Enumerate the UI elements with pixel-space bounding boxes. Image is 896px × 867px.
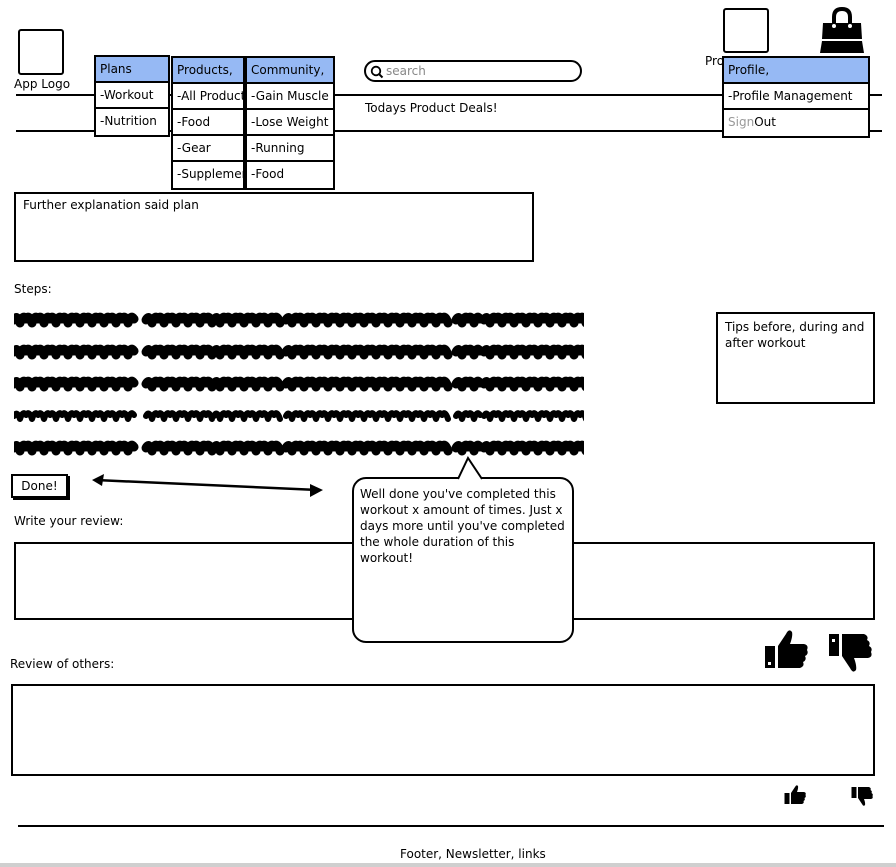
products-menu[interactable]: Products, -All Products -Food -Gear -Sup… (171, 56, 245, 190)
scribble-word (281, 344, 453, 360)
menu-head-community[interactable]: Community, (247, 58, 333, 84)
scribble-word (481, 410, 584, 422)
tips-box: Tips before, during and after workout (716, 312, 875, 404)
thumbs-up-icon[interactable] (764, 628, 810, 672)
thumbs-down-icon[interactable] (828, 632, 874, 676)
menu-item-workout[interactable]: -Workout (96, 83, 168, 109)
scribble-word (479, 344, 584, 360)
small-thumbs-down-icon[interactable] (851, 786, 874, 808)
scribble-word (479, 440, 584, 456)
scribble-word (451, 376, 485, 392)
others-review-box (11, 684, 875, 776)
scribble-word (281, 440, 453, 456)
scribble-word (141, 440, 217, 456)
menu-item-food[interactable]: -Food (173, 110, 243, 136)
scribble-word (14, 312, 139, 328)
done-button-label: Done! (21, 479, 58, 493)
small-thumbs-up-icon[interactable] (784, 784, 807, 806)
scribble-word (451, 344, 485, 360)
completion-message-text: Well done you've completed this workout … (360, 487, 565, 565)
search-icon (370, 65, 384, 79)
app-logo-image (18, 29, 64, 75)
menu-item-gear[interactable]: -Gear (173, 136, 243, 162)
menu-item-gain-muscle[interactable]: -Gain Muscle (247, 84, 333, 110)
scribble-word (209, 344, 285, 360)
others-review-label: Review of others: (10, 657, 115, 671)
completion-message-bubble: Well done you've completed this workout … (352, 477, 574, 643)
scribble-word (141, 344, 217, 360)
profile-menu[interactable]: Profile, -Profile Management SignOut (722, 56, 870, 138)
sign-out-suffix: Out (754, 115, 776, 129)
scribble-word (211, 410, 283, 422)
scribble-word (281, 312, 453, 328)
app-logo-label: App Logo (14, 77, 71, 91)
menu-item-supplements[interactable]: -Supplements (173, 162, 243, 188)
footer-line (18, 825, 884, 827)
scribble-word (453, 410, 483, 422)
profile-image[interactable] (723, 8, 769, 53)
menu-head-profile[interactable]: Profile, (724, 58, 868, 84)
scribble-word (209, 376, 285, 392)
scribble-word (209, 440, 285, 456)
scribble-word (451, 440, 485, 456)
scribble-word (283, 410, 451, 422)
scribble-word (479, 312, 584, 328)
write-review-label: Write your review: (14, 514, 124, 528)
scribble-word (209, 312, 285, 328)
scribble-word (14, 440, 139, 456)
footer-text[interactable]: Footer, Newsletter, links (400, 847, 546, 862)
scribble-word (451, 312, 485, 328)
steps-label: Steps: (14, 282, 52, 296)
menu-item-lose-weight[interactable]: -Lose Weight (247, 110, 333, 136)
plan-description-box: Further explanation said plan (14, 192, 534, 262)
menu-head-products[interactable]: Products, (173, 58, 243, 84)
scribble-word (141, 376, 217, 392)
menu-head-plans[interactable]: Plans (96, 57, 168, 83)
scribble-word (281, 376, 453, 392)
plans-menu[interactable]: Plans -Workout -Nutrition (94, 55, 170, 137)
search-bar[interactable] (364, 60, 582, 82)
steps-scribble-text (14, 312, 584, 456)
community-menu[interactable]: Community, -Gain Muscle -Lose Weight -Ru… (245, 56, 335, 190)
product-deals-link[interactable]: Todays Product Deals! (365, 101, 498, 116)
menu-item-all-products[interactable]: -All Products (173, 84, 243, 110)
scribble-word (14, 410, 137, 422)
sign-out-prefix: Sign (728, 115, 755, 129)
footer-bottom-bar (0, 863, 896, 867)
menu-item-community-food[interactable]: -Food (247, 162, 333, 188)
menu-item-sign-out[interactable]: SignOut (724, 110, 868, 136)
scribble-word (141, 312, 217, 328)
scribble-word (14, 344, 139, 360)
scribble-word (479, 376, 584, 392)
menu-item-running[interactable]: -Running (247, 136, 333, 162)
menu-item-profile-management[interactable]: -Profile Management (724, 84, 868, 110)
tips-text: Tips before, during and after workout (725, 320, 865, 350)
scribble-word (143, 410, 215, 422)
search-input[interactable] (386, 63, 566, 79)
done-button[interactable]: Done! (11, 474, 68, 498)
shopping-bag-icon[interactable] (817, 5, 867, 55)
menu-item-nutrition[interactable]: -Nutrition (96, 109, 168, 135)
plan-description-text: Further explanation said plan (23, 198, 199, 212)
scribble-word (14, 376, 139, 392)
double-arrow-icon (92, 474, 323, 497)
bubble-pointer (457, 456, 483, 480)
